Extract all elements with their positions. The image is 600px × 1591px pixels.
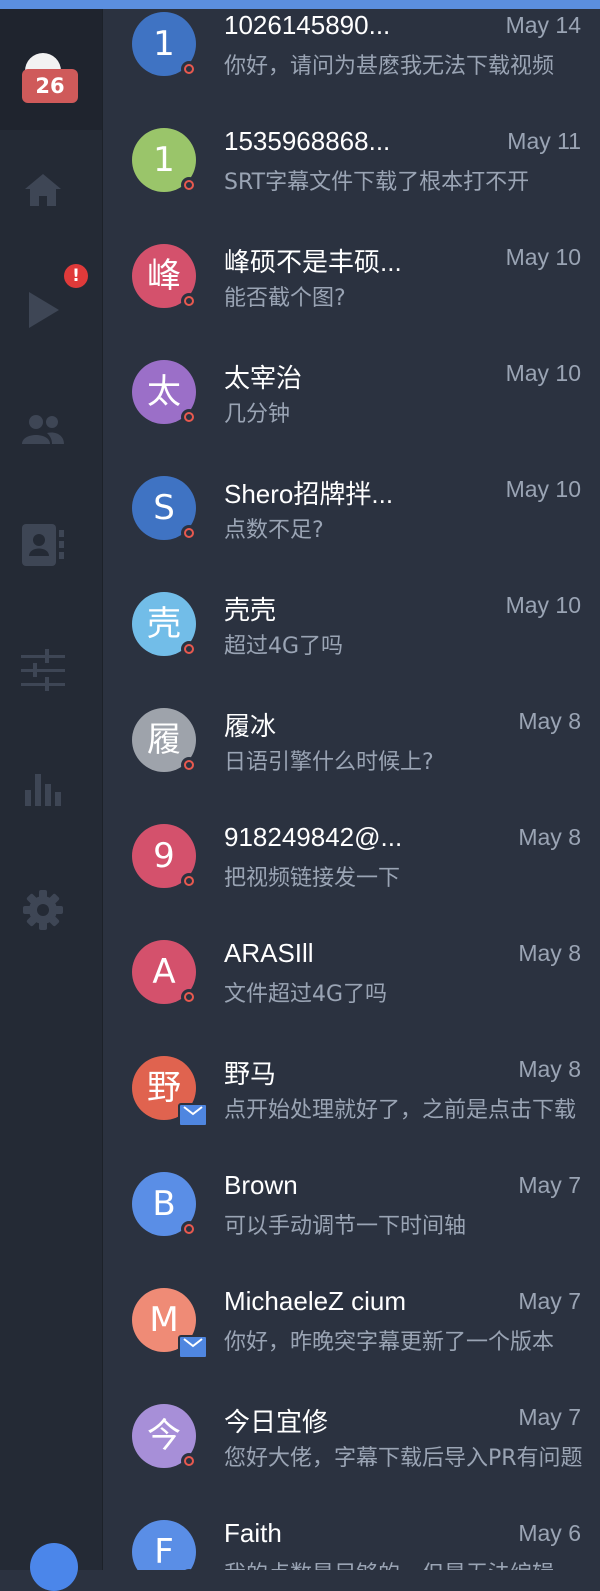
people-icon bbox=[22, 415, 64, 444]
nav-people[interactable] bbox=[0, 400, 86, 460]
message-preview: 可以手动调节一下时间轴 bbox=[224, 1214, 467, 1239]
status-indicator-icon bbox=[181, 1453, 197, 1469]
message-preview: 你好，请问为甚麽我无法下载视频 bbox=[224, 54, 555, 79]
nav-contacts[interactable] bbox=[0, 515, 86, 575]
status-indicator-icon bbox=[181, 293, 197, 309]
conversation-item[interactable]: M MichaeleZ cium May 7 你好，昨晚突字幕更新了一个版本 bbox=[103, 1276, 600, 1392]
contact-name: 1535968868... bbox=[224, 126, 391, 156]
contact-name: 太宰治 bbox=[224, 363, 303, 393]
home-icon bbox=[25, 174, 61, 206]
status-indicator-icon bbox=[181, 177, 197, 193]
message-date: May 8 bbox=[518, 824, 581, 850]
nav-play[interactable] bbox=[0, 280, 86, 340]
play-icon bbox=[29, 292, 59, 328]
status-indicator-icon bbox=[181, 641, 197, 657]
message-preview: 点数不足? bbox=[224, 518, 324, 543]
message-preview: 能否截个图? bbox=[224, 286, 346, 311]
contact-name: 峰硕不是丰硕... bbox=[224, 247, 402, 277]
contact-name: 今日宜修 bbox=[224, 1407, 329, 1437]
mail-icon bbox=[178, 1335, 208, 1359]
message-preview: 超过4G了吗 bbox=[224, 634, 344, 659]
conversation-item[interactable]: 1 1026145890... May 14 你好，请问为甚麽我无法下载视频 bbox=[103, 0, 600, 116]
message-date: May 10 bbox=[505, 476, 581, 502]
status-indicator-icon bbox=[181, 409, 197, 425]
conversation-item[interactable]: 壳壳壳 May 10 超过4G了吗 bbox=[103, 580, 600, 696]
conversation-item[interactable]: 履履冰 May 8 日语引擎什么时候上? bbox=[103, 696, 600, 812]
contact-name: 1026145890... bbox=[224, 10, 391, 40]
mail-icon bbox=[178, 1103, 208, 1127]
contact-name: Faith bbox=[224, 1518, 282, 1548]
sliders-icon bbox=[21, 649, 65, 691]
message-preview: 我的点数是足够的，但是无法编辑 bbox=[224, 1556, 584, 1570]
message-date: May 8 bbox=[518, 708, 581, 734]
gear-icon bbox=[23, 890, 63, 930]
message-date: May 7 bbox=[518, 1288, 581, 1314]
status-indicator-icon bbox=[181, 873, 197, 889]
message-preview: SRT字幕文件下载了根本打不开 bbox=[224, 170, 530, 195]
nav-settings[interactable] bbox=[0, 880, 86, 940]
message-preview: 文件超过4G了吗 bbox=[224, 982, 388, 1007]
status-indicator-icon bbox=[181, 1221, 197, 1237]
conversation-item[interactable]: 今今日宜修 May 7 您好大佬，字幕下载后导入PR有问题 bbox=[103, 1392, 600, 1508]
message-date: May 10 bbox=[505, 360, 581, 386]
message-date: May 7 bbox=[518, 1404, 581, 1430]
nav-home[interactable] bbox=[0, 160, 86, 220]
nav-stats[interactable] bbox=[0, 760, 86, 820]
status-indicator-icon bbox=[181, 989, 197, 1005]
unread-count-badge: 26 bbox=[22, 69, 78, 103]
contact-name: ARASIll bbox=[224, 938, 314, 968]
message-preview: 您好大佬，字幕下载后导入PR有问题 bbox=[224, 1446, 583, 1471]
contact-name: 履冰 bbox=[224, 711, 277, 741]
contact-name: Brown bbox=[224, 1170, 298, 1200]
nav-settings-sliders[interactable] bbox=[0, 640, 86, 700]
message-date: May 10 bbox=[505, 592, 581, 618]
message-date: May 6 bbox=[518, 1520, 581, 1546]
status-indicator-icon bbox=[181, 61, 197, 77]
message-date: May 11 bbox=[507, 128, 581, 154]
message-date: May 10 bbox=[505, 244, 581, 270]
bottom-avatar[interactable] bbox=[30, 1543, 78, 1591]
message-date: May 8 bbox=[518, 940, 581, 966]
message-preview: 点开始处理就好了，之前是点击下载 bbox=[224, 1098, 577, 1123]
conversation-item[interactable]: S Shero招牌拌... May 10 点数不足? bbox=[103, 464, 600, 580]
conversation-item[interactable]: 1 1535968868... May 11 SRT字幕文件下载了根本打不开 bbox=[103, 116, 600, 232]
conversation-item[interactable]: A ARASIll May 8 文件超过4G了吗 bbox=[103, 928, 600, 1044]
message-preview: 把视频链接发一下 bbox=[224, 866, 401, 891]
message-preview: 日语引擎什么时候上? bbox=[224, 750, 434, 775]
status-indicator-icon bbox=[181, 525, 197, 541]
conversation-item[interactable]: F Faith May 6 我的点数是足够的，但是无法编辑 bbox=[103, 1508, 600, 1570]
alert-badge: ! bbox=[64, 264, 88, 288]
conversation-item[interactable]: B Brown May 7 可以手动调节一下时间轴 bbox=[103, 1160, 600, 1276]
message-preview: 几分钟 bbox=[224, 402, 291, 427]
message-date: May 7 bbox=[518, 1172, 581, 1198]
top-accent-bar bbox=[0, 0, 600, 9]
conversation-item[interactable]: 太太宰治 May 10 几分钟 bbox=[103, 348, 600, 464]
message-date: May 8 bbox=[518, 1056, 581, 1082]
message-preview: 你好，昨晚突字幕更新了一个版本 bbox=[224, 1330, 555, 1355]
contact-name: MichaeleZ cium bbox=[224, 1286, 407, 1316]
contact-name: 壳壳 bbox=[224, 595, 277, 625]
contact-avatar: F bbox=[132, 1520, 196, 1570]
contact-name: Shero招牌拌... bbox=[224, 479, 394, 509]
contact-name: 野马 bbox=[224, 1059, 277, 1089]
conversation-list: 1 1026145890... May 14 你好，请问为甚麽我无法下载视频 1 1535… bbox=[103, 0, 600, 1570]
conversation-item[interactable]: 9 918249842@... May 8 把视频链接发一下 bbox=[103, 812, 600, 928]
message-date: May 14 bbox=[505, 12, 581, 38]
status-indicator-icon bbox=[181, 757, 197, 773]
contacts-icon bbox=[22, 524, 64, 566]
sidebar: 26 ! bbox=[0, 0, 103, 1591]
bar-chart-icon bbox=[25, 774, 61, 806]
account-area[interactable]: 26 bbox=[0, 0, 102, 130]
conversation-item[interactable]: 峰峰硕不是丰硕... May 10 能否截个图? bbox=[103, 232, 600, 348]
contact-name: 918249842@... bbox=[224, 822, 403, 852]
conversation-item[interactable]: 野野马 May 8 点开始处理就好了，之前是点击下载 bbox=[103, 1044, 600, 1160]
